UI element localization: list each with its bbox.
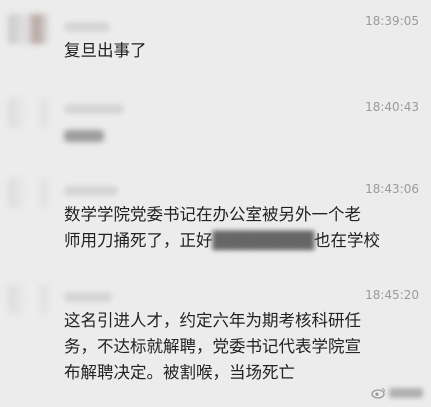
watermark-blurred-text [389,388,423,398]
weibo-logo-icon [371,387,386,399]
blurred-text: ████████ [212,231,315,250]
message-line-part: 也在学校 [314,231,381,250]
message-line: 复旦出事了 [64,41,147,60]
message-timestamp: 18:40:43 [365,100,419,114]
message-text-blurred [64,122,417,150]
avatar [8,14,48,44]
message-line: 这名引进人才，约定六年为期考核科研任 [64,311,361,330]
avatar [8,284,48,314]
message-line: 数学学院党委书记在办公室被另外一个老 [64,205,361,224]
sender-name-blurred [64,22,110,32]
message-text: 这名引进人才，约定六年为期考核科研任 务，不达标就解聘，党委书记代表学院宣 布解… [64,308,417,386]
message-line: 布解聘决定。被割喉，当场死亡 [64,363,295,382]
message-text: 复旦出事了 [64,38,417,64]
sender-name-blurred [64,186,118,196]
sender-name-blurred [64,104,124,114]
message-line-part: 师用刀捅死了，正好 [64,231,213,250]
message-timestamp: 18:39:05 [365,14,419,28]
message-timestamp: 18:45:20 [365,288,419,302]
blurred-text [64,130,104,142]
message-line: 师用刀捅死了，正好████████也在学校 [64,228,417,254]
avatar [8,178,48,208]
message-timestamp: 18:43:06 [365,182,419,196]
sender-name-blurred [64,292,112,302]
avatar [8,98,48,128]
watermark [370,387,423,399]
message-line: 务，不达标就解聘，党委书记代表学院宣 [64,337,361,356]
message-text: 数学学院党委书记在办公室被另外一个老 师用刀捅死了，正好████████也在学校 [64,202,417,254]
